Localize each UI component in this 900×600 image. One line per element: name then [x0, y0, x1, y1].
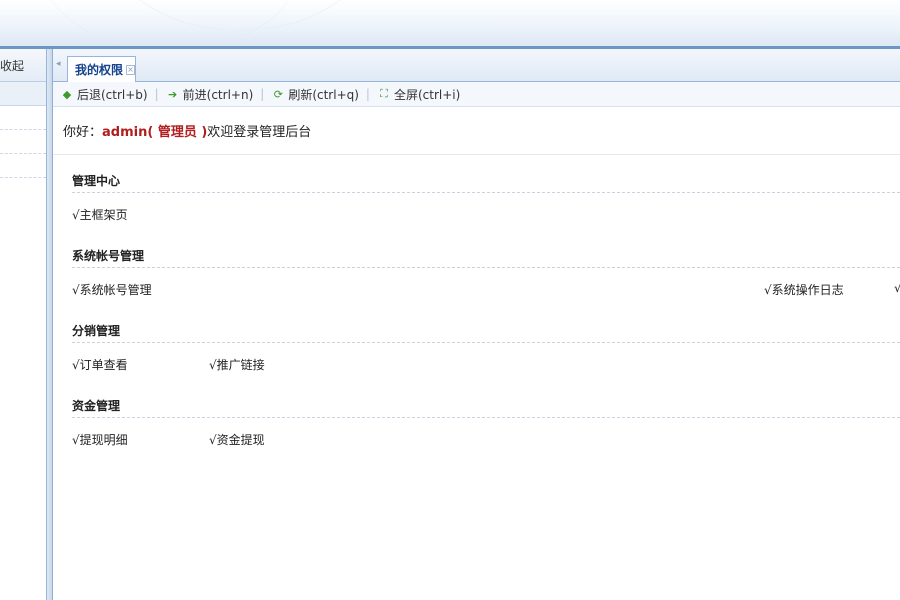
- permission-item: √订单查看: [72, 358, 128, 372]
- tab-label: 我的权限: [75, 63, 124, 77]
- sidebar-header-label: 刚收起: [0, 58, 24, 73]
- permission-row: √主框架页: [72, 193, 900, 230]
- welcome-bar: 你好： admin( 管理员 ) 欢迎登录管理后台: [53, 107, 900, 155]
- top-banner: [0, 0, 900, 46]
- permission-item: √主框架页: [72, 208, 128, 222]
- sidebar: 刚收起: [0, 49, 47, 600]
- toolbar-separator: |: [154, 87, 159, 101]
- tab-bar: ◂ 我的权限 ×: [53, 49, 900, 82]
- fullscreen-icon: ⛶: [380, 87, 388, 100]
- permission-list: 管理中心 √主框架页 系统帐号管理 √系统帐号管理 √系统操作日志 √ 分销管理…: [53, 155, 900, 455]
- toolbar: ◆ 后退(ctrl+b) | ➔ 前进(ctrl+n) | ⟳ 刷新(ctrl+…: [53, 82, 900, 107]
- welcome-suffix: 欢迎登录管理后台: [207, 125, 312, 140]
- sidebar-item[interactable]: [0, 154, 46, 178]
- refresh-label: 刷新(ctrl+q): [288, 87, 359, 102]
- main-panel: ◂ 我的权限 × ◆ 后退(ctrl+b) | ➔ 前进(ctrl+n) | ⟳…: [53, 49, 900, 600]
- arrow-right-icon: ➔: [168, 87, 178, 101]
- back-label: 后退(ctrl+b): [77, 87, 148, 102]
- refresh-button[interactable]: ⟳ 刷新(ctrl+q): [271, 86, 359, 103]
- permission-row: √订单查看 √推广链接: [72, 343, 900, 380]
- permission-item: √资金提现: [209, 433, 265, 447]
- sidebar-subheader: [0, 82, 46, 106]
- tab-close-icon[interactable]: ×: [126, 64, 135, 75]
- section-title-admin-center: 管理中心: [72, 155, 900, 193]
- sidebar-item[interactable]: [0, 106, 46, 130]
- fullscreen-label: 全屏(ctrl+i): [393, 87, 461, 102]
- permission-row: √系统帐号管理 √系统操作日志 √: [72, 268, 900, 305]
- permission-row: √提现明细 √资金提现: [72, 418, 900, 455]
- refresh-icon: ⟳: [273, 87, 283, 101]
- permission-item: √: [894, 281, 900, 295]
- permission-item: √系统帐号管理: [72, 283, 152, 297]
- toolbar-separator: |: [365, 87, 370, 101]
- permission-item: √系统操作日志: [764, 283, 844, 297]
- welcome-greeting: 你好：: [63, 125, 103, 140]
- sidebar-item[interactable]: [0, 130, 46, 154]
- forward-button[interactable]: ➔ 前进(ctrl+n): [166, 86, 254, 103]
- tab-my-permissions[interactable]: 我的权限 ×: [67, 56, 136, 82]
- back-button[interactable]: ◆ 后退(ctrl+b): [60, 86, 148, 103]
- forward-label: 前进(ctrl+n): [182, 87, 254, 102]
- section-title-account-management: 系统帐号管理: [72, 230, 900, 268]
- permission-item: √提现明细: [72, 433, 128, 447]
- permission-item: √推广链接: [209, 358, 265, 372]
- fullscreen-button[interactable]: ⛶ 全屏(ctrl+i): [377, 86, 460, 103]
- section-title-distribution-management: 分销管理: [72, 305, 900, 343]
- welcome-user: admin( 管理员 ): [102, 125, 208, 140]
- toolbar-separator: |: [260, 87, 265, 101]
- sidebar-header[interactable]: 刚收起: [0, 49, 46, 82]
- arrow-left-icon: ◆: [62, 87, 72, 101]
- tab-scroll-left-icon[interactable]: ◂: [56, 59, 63, 69]
- section-title-funds-management: 资金管理: [72, 380, 900, 418]
